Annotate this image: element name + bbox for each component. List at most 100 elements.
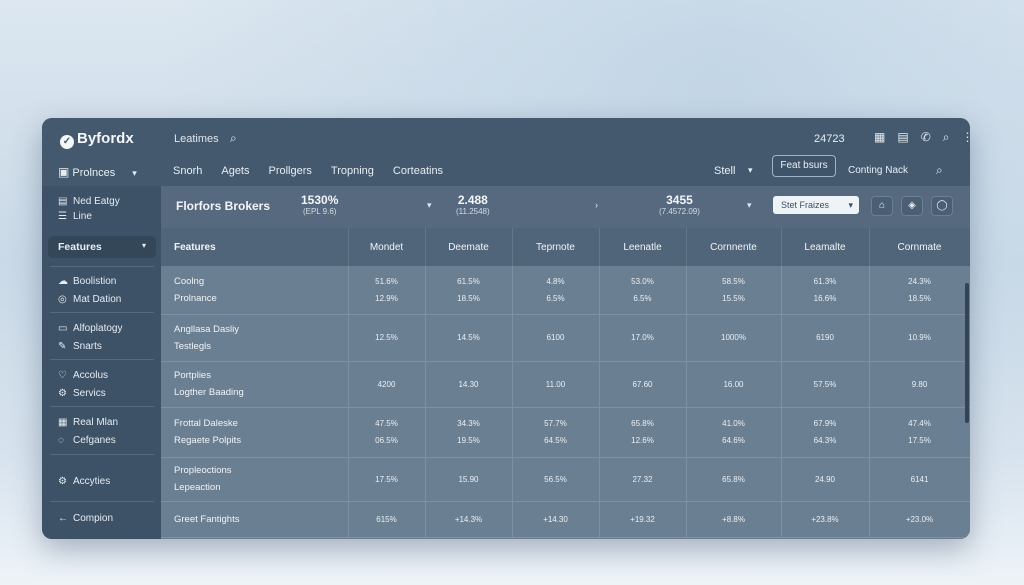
search-icon[interactable]: ⌕	[230, 131, 237, 146]
sidebar-item[interactable]: ✎ Snarts	[58, 341, 102, 352]
stat-card: 2.488 (11.2548)	[456, 193, 490, 216]
cell-value: 15.5%	[722, 293, 745, 303]
table-cell: 17.5%	[348, 457, 426, 502]
phone-icon[interactable]: ✆	[921, 130, 931, 145]
column-header[interactable]: Cornnente	[686, 228, 782, 266]
table-row[interactable]: Angllasa Dasliy Testlegls 12.5% 14.5% 6100 17…	[161, 314, 970, 362]
table-cell: 51.6% 12.9%	[348, 266, 426, 315]
top-search-label[interactable]: Leatimes	[174, 133, 219, 145]
sidebar-item-features[interactable]: Features ▾	[48, 236, 156, 258]
cell-value: 67.60	[632, 379, 653, 389]
table-row[interactable]: Portplies Logther Baading 4200 14.30 11.00 67…	[161, 361, 970, 408]
nav-tab[interactable]: Corteatins	[393, 165, 443, 177]
cell-value: 17.0%	[631, 333, 654, 342]
table-cell: 47.4% 17.5%	[869, 407, 970, 458]
sidebar-item[interactable]: ◎ Mat Dation	[58, 294, 121, 305]
sidebar-item[interactable]: ⚙ Accyties	[58, 476, 110, 487]
sidebar-item-energy[interactable]: ▤ Ned Eatgy	[58, 196, 120, 207]
column-header[interactable]: Mondet	[348, 228, 426, 266]
calendar-icon: ▦	[58, 417, 68, 428]
nav-tab[interactable]: Agets	[221, 165, 249, 177]
row-label-cell: Frottal Daleske Regaete Polpits	[161, 407, 349, 458]
brand-logo[interactable]: ✓ Byfordx	[60, 130, 134, 149]
cell-value: 64.5%	[544, 436, 567, 445]
table-cell: 67.9% 64.3%	[781, 407, 870, 458]
sidebar-item-label: Accolus	[73, 370, 109, 381]
filter-select[interactable]: Stet Fraizes ▾	[773, 196, 859, 214]
search-icon[interactable]: ⌕	[936, 163, 943, 178]
chevron-down-icon[interactable]: ▾	[748, 165, 753, 176]
tag-button[interactable]: ◈	[901, 196, 923, 216]
nav-tab[interactable]: Snorh	[173, 165, 202, 177]
row-label-cell: Propleoctions Lepeaction	[161, 457, 349, 502]
cell-value: 1000%	[721, 333, 746, 342]
table-row[interactable]: Frottal Daleske Regaete Polpits 47.5% 06.5%…	[161, 407, 970, 458]
table-row[interactable]: Coolng Prolnance 51.6% 12.9% 61.5% 18.5% 4.8% 6…	[161, 266, 970, 315]
stell-dropdown[interactable]: Stell	[714, 165, 735, 177]
more-icon[interactable]: ⋮	[961, 130, 970, 145]
chat-button[interactable]: ◯	[931, 196, 953, 216]
table-header-row: Features Mondet Deemate Teprnote Leenatl…	[161, 228, 970, 266]
gear-icon: ⚙	[58, 476, 67, 487]
table-cell: 15.90	[425, 457, 513, 502]
sidebar-item[interactable]: ▦ Real Mlan	[58, 417, 118, 428]
table-cell: 65.8% 12.6%	[599, 407, 687, 458]
stat-card: 1530% (EPL 9.6)	[301, 193, 338, 216]
row-label: Frottal Daleske	[174, 418, 238, 429]
row-label: Propleoctions	[174, 465, 232, 476]
cell-value: 51.6%	[375, 276, 398, 286]
search-icon[interactable]: ⌕	[943, 130, 950, 145]
list-icon: ☰	[58, 211, 67, 222]
nav-tab[interactable]: Prollgers	[269, 165, 312, 177]
panel-icon[interactable]: ▤	[897, 130, 908, 145]
products-dropdown[interactable]: ▣ Prolnces ▾	[58, 165, 137, 179]
features-button[interactable]: Feat bsurs	[772, 155, 836, 177]
sidebar-item[interactable]: ☁ Boolistion	[58, 276, 116, 287]
sidebar-item[interactable]: ⚙ Servics	[58, 388, 106, 399]
summary-title: Florfors Brokers	[176, 199, 271, 213]
chevron-down-icon[interactable]: ▾	[427, 200, 432, 211]
cell-value: 18.5%	[457, 293, 480, 303]
grid-icon[interactable]: ▦	[874, 130, 885, 145]
summary-strip: Florfors Brokers 1530% (EPL 9.6) ▾ 2.488…	[161, 186, 970, 228]
cell-value: 6.5%	[633, 293, 652, 303]
chevron-right-icon[interactable]: ›	[595, 200, 598, 210]
table-row[interactable]: Greet Fantights 615% +14.3% +14.30 +19.32 +8.…	[161, 501, 970, 538]
circle-icon: ◌	[58, 435, 64, 446]
chevron-down-icon: ▾	[132, 168, 137, 178]
column-header[interactable]: Leenatle	[599, 228, 687, 266]
sidebar-item-label: Mat Dation	[73, 294, 122, 305]
sidebar-item-label: Real Mlan	[73, 417, 119, 428]
column-header[interactable]: Features	[161, 228, 349, 266]
sidebar-item[interactable]: ♡ Accolus	[58, 370, 108, 381]
column-header[interactable]: Cornmate	[869, 228, 970, 266]
sidebar-item-line[interactable]: ☰ Line	[58, 211, 92, 222]
cell-value: 4.8%	[546, 276, 565, 286]
vertical-scrollbar[interactable]	[965, 283, 969, 423]
sidebar-item[interactable]: ▭ Alfoplatogy	[58, 323, 122, 334]
table-cell: 6100	[512, 314, 600, 362]
column-header[interactable]: Teprnote	[512, 228, 600, 266]
cell-value: 57.7%	[544, 419, 567, 428]
top-bar: ✓ Byfordx Leatimes ⌕ 24723 ▦ ▤ ✆ ⌕ ⋮	[42, 118, 970, 158]
nav-tab[interactable]: Tropning	[331, 165, 374, 177]
table-cell: 615%	[348, 501, 426, 538]
cell-value: 47.5%	[375, 419, 398, 428]
table-cell: 34.3% 19.5%	[425, 407, 513, 458]
table-cell: +23.8%	[781, 501, 870, 538]
sidebar-item[interactable]: ◌ Cefganes	[58, 435, 116, 446]
cell-value: 34.3%	[457, 419, 480, 428]
cell-value: 6141	[910, 474, 929, 484]
table-cell: 47.5% 06.5%	[348, 407, 426, 458]
chevron-down-icon[interactable]: ▾	[747, 200, 752, 211]
column-header[interactable]: Leamalte	[781, 228, 870, 266]
table-cell: 61.3% 16.6%	[781, 266, 870, 315]
sidebar-item-back[interactable]: ← Compion	[58, 513, 113, 524]
pencil-icon: ✎	[58, 341, 67, 352]
table-row[interactable]: Propleoctions Lepeaction 17.5% 15.90 56.5% 27…	[161, 457, 970, 502]
table-cell: 27.32	[599, 457, 687, 502]
coming-link[interactable]: Conting Nack	[848, 165, 908, 176]
column-header[interactable]: Deemate	[425, 228, 513, 266]
home-button[interactable]: ⌂	[871, 196, 893, 216]
table-cell: 4.8% 6.5%	[512, 266, 600, 315]
